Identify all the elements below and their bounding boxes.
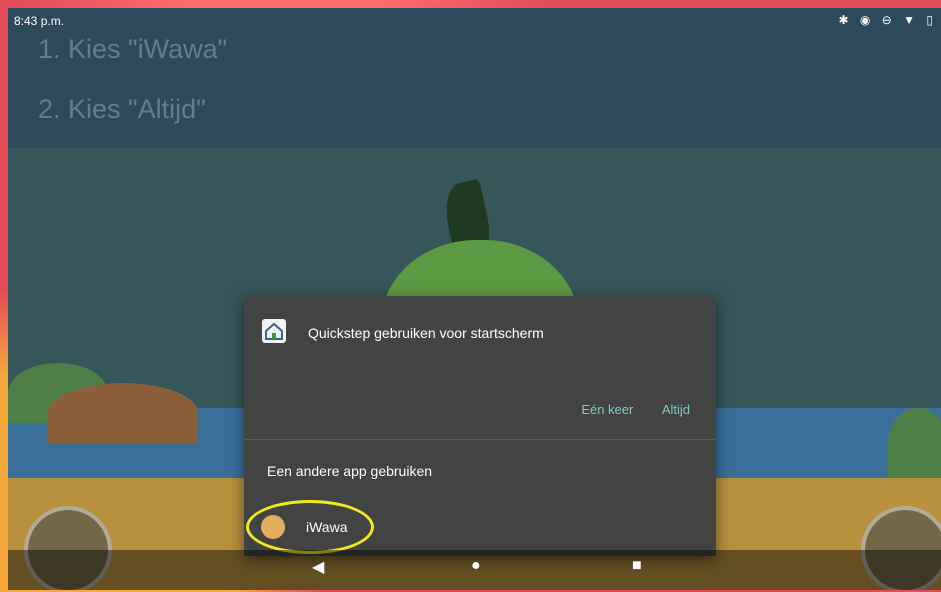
home-icon <box>262 319 286 343</box>
instruction-step-1: 1. Kies "iWawa" <box>38 34 228 64</box>
instruction-step-2: 2. Kies "Altijd" <box>38 94 206 124</box>
battery-icon: ▯ <box>926 13 937 27</box>
status-bar: 8:43 p.m. ✱ ◉ ⊖ ▼ ▯ <box>8 8 941 34</box>
dialog-actions: Eén keer Altijd <box>557 401 690 419</box>
do-not-disturb-icon: ⊖ <box>881 13 896 27</box>
navigation-bar: ◀ ● ■ <box>8 550 941 590</box>
tablet-screen: 8:43 p.m. ✱ ◉ ⊖ ▼ ▯ 1. Kies "iWawa" 2. K… <box>8 8 941 590</box>
status-icons: ✱ ◉ ⊖ ▼ ▯ <box>839 13 937 27</box>
home-button[interactable]: ● <box>471 557 481 575</box>
island-rock <box>48 383 198 443</box>
recents-button[interactable]: ■ <box>632 557 642 575</box>
wifi-icon: ▼ <box>903 13 920 27</box>
highlight-circle <box>246 500 374 554</box>
other-app-label: Een andere app gebruiken <box>267 463 433 479</box>
bluetooth-icon: ✱ <box>838 13 853 27</box>
divider <box>244 439 716 440</box>
once-button[interactable]: Eén keer <box>581 402 633 417</box>
vibrate-icon: ◉ <box>859 13 875 27</box>
dialog-title: Quickstep gebruiken voor startscherm <box>308 325 544 341</box>
back-button[interactable]: ◀ <box>312 557 324 577</box>
status-time: 8:43 p.m. <box>14 14 65 28</box>
palm-tree <box>888 408 941 478</box>
always-button[interactable]: Altijd <box>662 402 690 417</box>
